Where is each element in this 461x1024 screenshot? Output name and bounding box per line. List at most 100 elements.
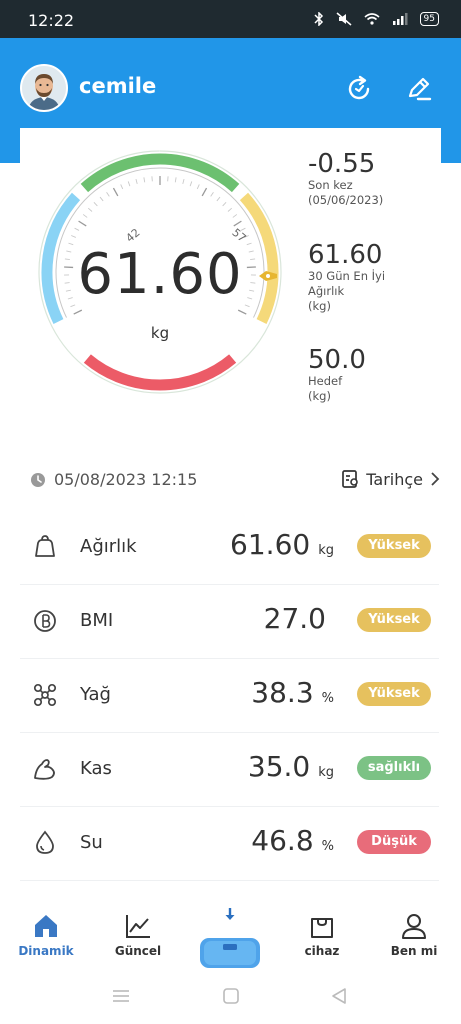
stat-best-30-days: 61.60 30 Gün En İyi Ağırlık (kg)	[308, 241, 385, 314]
bmi-icon	[34, 610, 56, 632]
nav-label: Ben mi	[390, 944, 438, 958]
gauge-tick-mark	[143, 177, 146, 183]
avatar-image	[22, 66, 66, 110]
metric-unit: %	[321, 691, 334, 706]
edit-icon[interactable]	[404, 74, 434, 104]
weight-icon	[35, 535, 55, 557]
metric-row-fat[interactable]: Yağ 38.3% Yüksek	[20, 658, 439, 733]
home-button-icon[interactable]	[222, 987, 240, 1005]
water-icon	[36, 830, 54, 854]
stat-target-label: Hedef	[308, 374, 343, 388]
gauge-tick-mark	[189, 181, 193, 187]
back-icon[interactable]	[330, 987, 348, 1005]
gauge-tick-mark	[71, 235, 76, 238]
status-bar: 12:22 95	[0, 0, 461, 38]
metric-unit: %	[321, 839, 334, 854]
stat-best-label-3: (kg)	[308, 299, 331, 313]
stat-best-label-1: 30 Gün En İyi	[308, 269, 386, 283]
gauge-tick-mark	[73, 309, 83, 315]
battery-indicator: 95	[419, 12, 439, 26]
gauge-tick-mark	[87, 207, 93, 212]
gauge-tick-mark	[201, 187, 208, 197]
gauge-tick-mark	[106, 192, 110, 197]
status-time: 12:22	[28, 11, 75, 30]
gauge-tick-mark	[82, 214, 88, 218]
history-button[interactable]: Tarihçe	[340, 469, 441, 489]
gauge-tick-mark	[174, 177, 177, 183]
gauge-tick-mark	[120, 184, 124, 190]
clock-icon	[31, 472, 45, 487]
metric-label: BMI	[80, 610, 114, 631]
metric-value: 61.60 kg	[230, 528, 334, 561]
gauge-tick-mark	[135, 178, 138, 185]
username: cemile	[79, 74, 157, 98]
gauge-tick-mark	[78, 220, 87, 227]
nav-label: Dinamik	[18, 944, 74, 958]
menu-icon[interactable]	[112, 988, 130, 1004]
metric-label: Kas	[80, 758, 112, 779]
status-badge: Yüksek	[357, 534, 431, 558]
nav-ben-mi[interactable]: Ben mi	[374, 912, 454, 958]
metric-unit: kg	[318, 765, 334, 780]
chart-icon	[126, 915, 150, 938]
gauge-tick-mark	[210, 192, 214, 197]
history-label: Tarihçe	[366, 469, 423, 489]
gauge-tick-mark	[222, 202, 227, 207]
summary-card: 42 57 61.60 kg -0.55 Son kez (05/06/2023…	[20, 128, 441, 438]
metric-row-weight[interactable]: Ağırlık 61.60 kg Yüksek	[20, 510, 439, 585]
home-icon	[35, 915, 57, 937]
muscle-icon	[34, 759, 55, 780]
metric-label: Ağırlık	[80, 536, 137, 557]
measurement-date: 05/08/2023 12:15	[30, 470, 197, 489]
metric-row-bmi[interactable]: BMI 27.0 Yüksek	[20, 584, 439, 659]
gauge-tick-mark	[216, 196, 221, 202]
stat-last-change: -0.55 Son kez (05/06/2023)	[308, 150, 383, 208]
fat-icon	[33, 683, 57, 707]
gauge-tick-mark	[127, 181, 131, 187]
gauge-tick-mark	[237, 309, 247, 315]
metric-unit: kg	[318, 543, 334, 558]
user-icon	[402, 914, 426, 939]
status-icons: 95	[314, 12, 439, 26]
nav-label: cihaz	[304, 944, 340, 958]
stat-last-change-date: (05/06/2023)	[308, 193, 384, 207]
measurement-datetime: 05/08/2023 12:15	[54, 470, 198, 489]
metric-row-muscle[interactable]: Kas 35.0 kg sağlıklı	[20, 732, 439, 807]
weight-gauge: 42 57 61.60 kg	[38, 142, 282, 412]
status-badge: sağlıklı	[357, 756, 431, 780]
wifi-icon	[364, 13, 380, 25]
gauge-unit: kg	[150, 324, 170, 342]
nav-cihaz[interactable]: cihaz	[282, 912, 362, 958]
gauge-tick-mark	[99, 196, 104, 202]
metric-value: 27.0	[263, 602, 326, 635]
system-navigation-bar	[0, 978, 461, 1024]
metric-value: 46.8%	[251, 824, 334, 857]
metric-row-water[interactable]: Su 46.8% Düşük	[20, 806, 439, 881]
gauge-weight-value: 61.60	[77, 242, 243, 307]
stat-best-label-2: Ağırlık	[308, 284, 345, 298]
metric-label: Yağ	[80, 684, 111, 705]
nav-guncel[interactable]: Güncel	[98, 912, 178, 958]
metric-label: Su	[80, 832, 103, 853]
status-badge: Düşük	[357, 830, 431, 854]
gauge-pointer-icon	[259, 271, 277, 281]
metric-value: 38.3%	[251, 676, 334, 709]
gauge-tick-mark	[196, 184, 200, 190]
gauge-tick-mark	[112, 187, 119, 197]
gauge-tick-mark	[182, 178, 185, 185]
status-badge: Yüksek	[357, 608, 431, 632]
sync-icon[interactable]	[344, 74, 374, 104]
signal-icon	[392, 13, 408, 25]
bottom-navigation: Dinamik Güncel cihaz Ben mi	[0, 892, 461, 978]
stat-last-change-label: Son kez	[308, 178, 353, 192]
gauge-tick-mark	[93, 202, 98, 207]
chevron-right-icon	[431, 472, 440, 486]
status-badge: Yüksek	[357, 682, 431, 706]
stat-target: 50.0 Hedef (kg)	[308, 346, 366, 404]
metric-value: 35.0 kg	[247, 750, 334, 783]
nav-scale[interactable]	[190, 908, 270, 974]
avatar[interactable]	[20, 64, 68, 112]
nav-dinamik[interactable]: Dinamik	[6, 912, 86, 958]
gauge-tick-mark	[232, 214, 238, 218]
bag-icon	[311, 918, 333, 938]
